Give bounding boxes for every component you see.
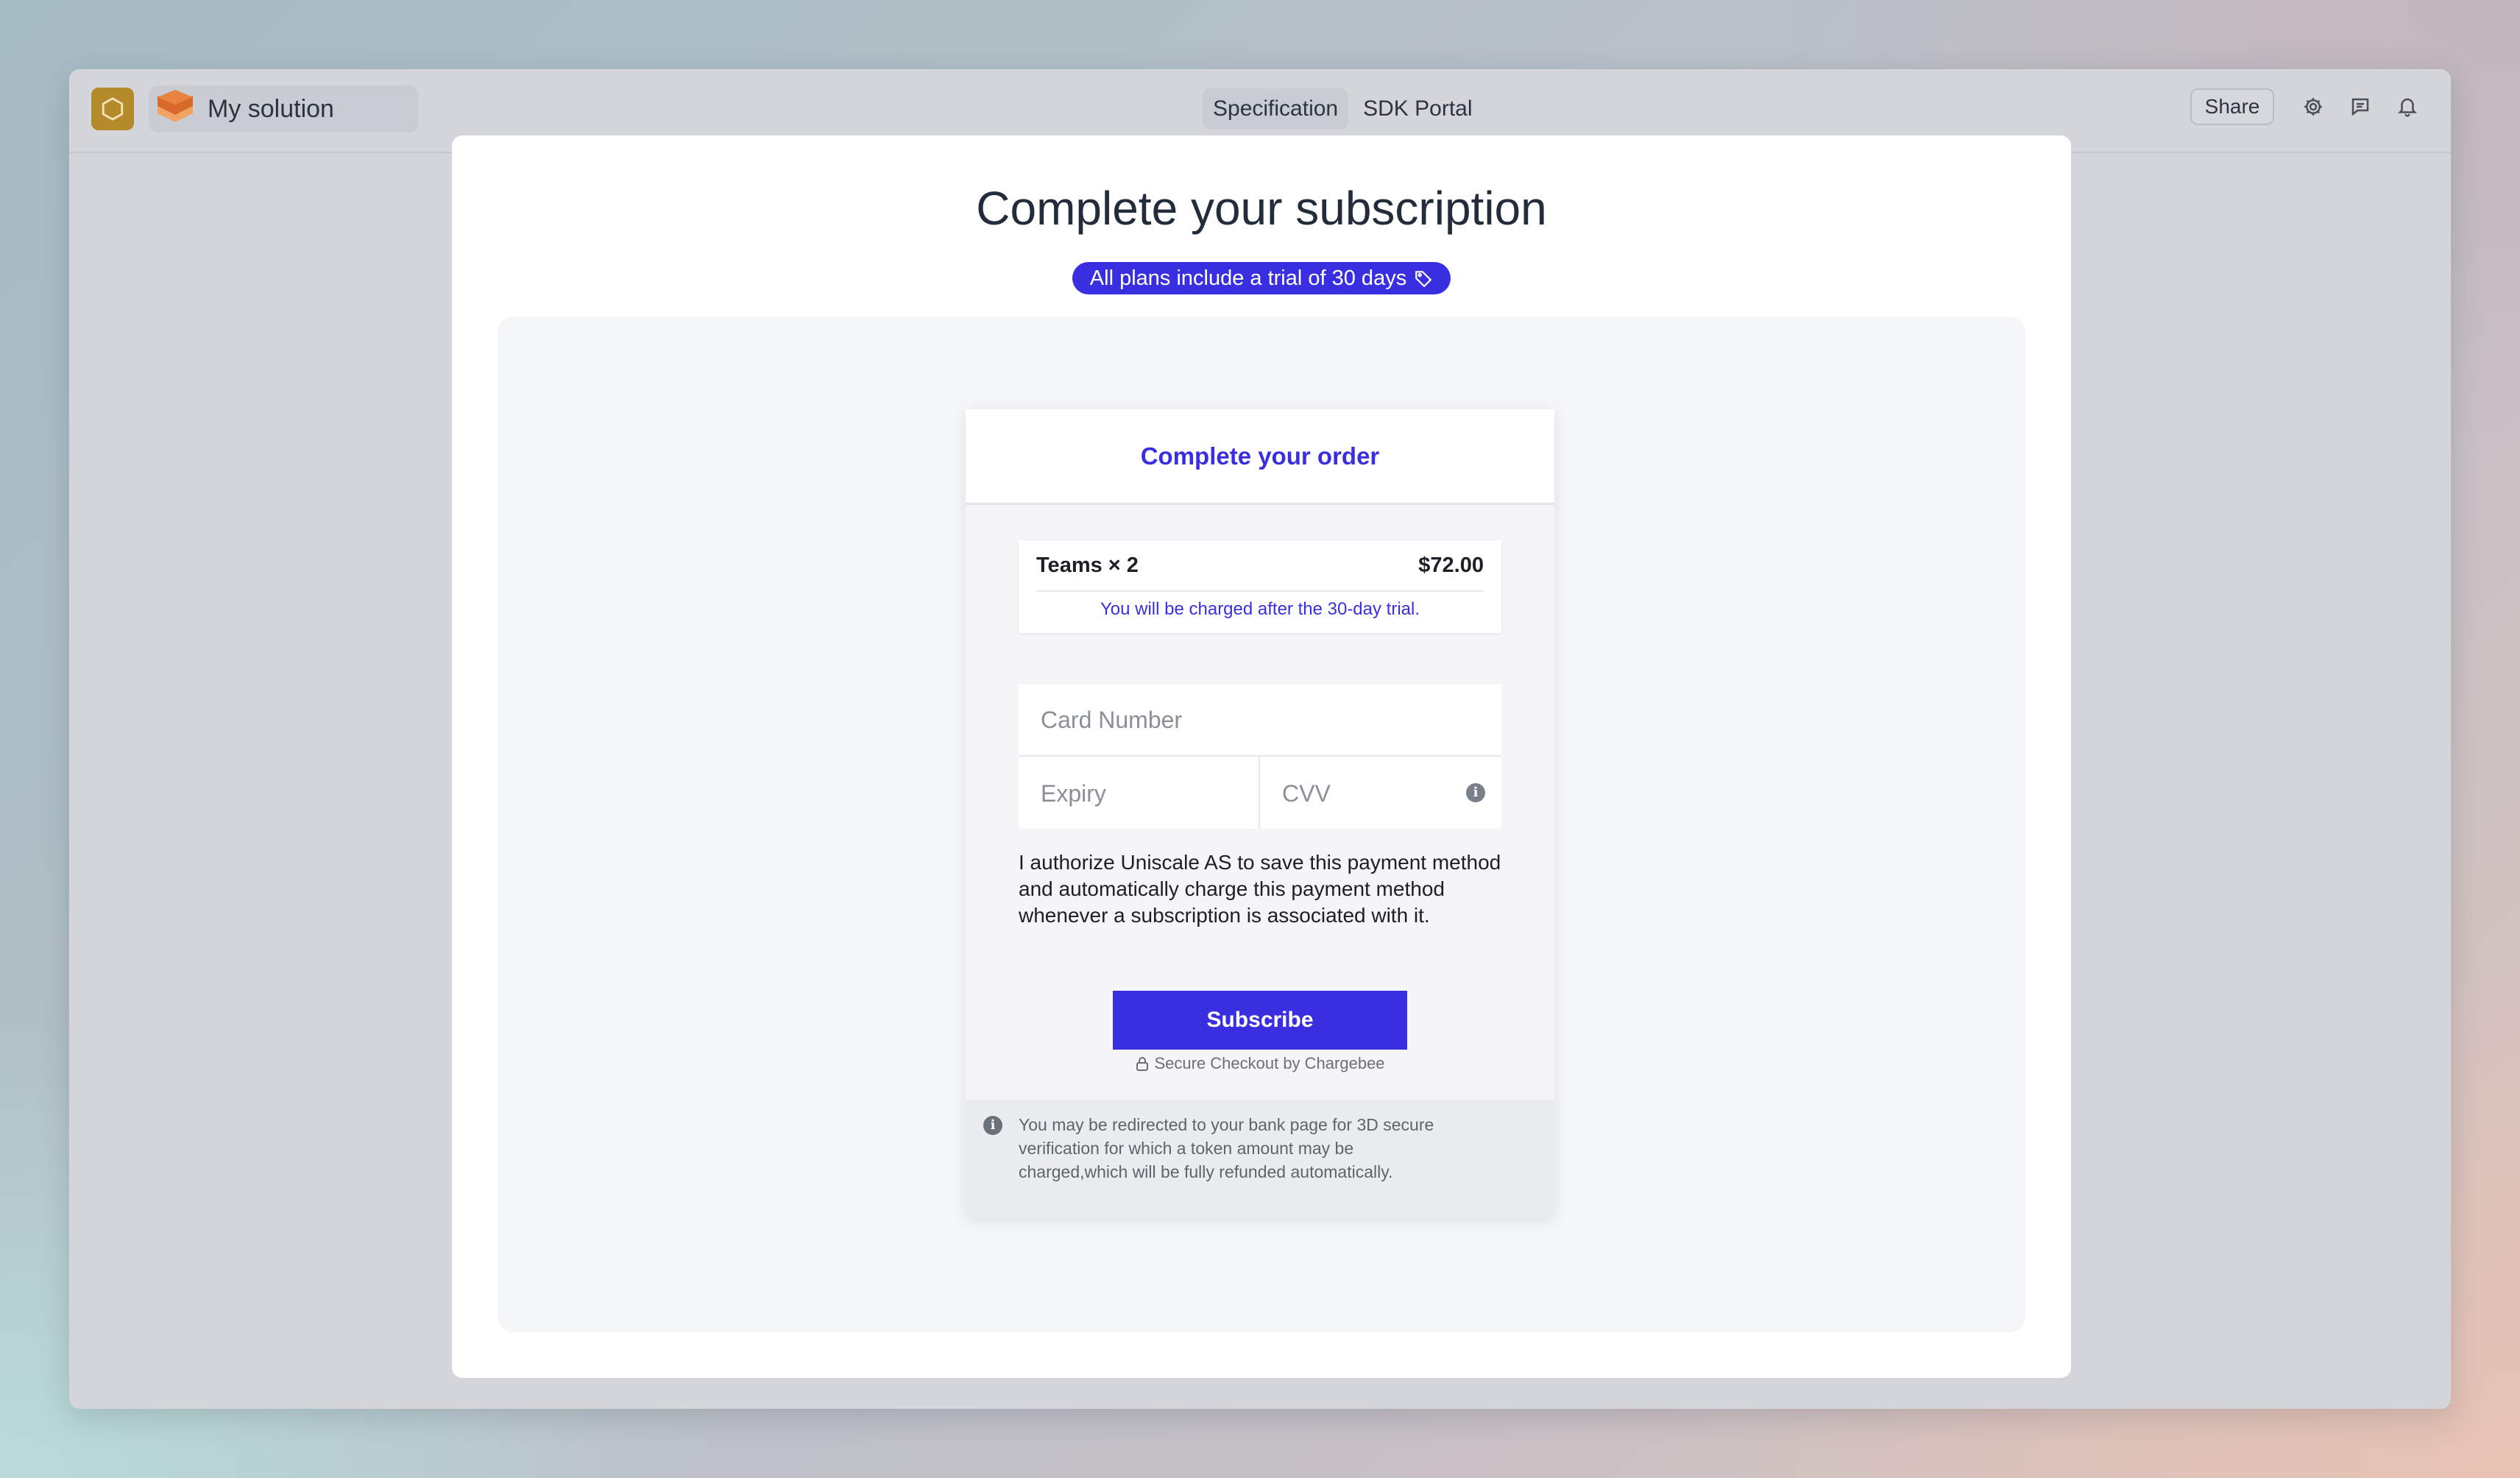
cvv-placeholder: CVV: [1282, 780, 1331, 807]
share-button[interactable]: Share: [2190, 88, 2274, 125]
secure-checkout-text: Secure Checkout by Chargebee: [1154, 1054, 1385, 1072]
info-icon: i: [983, 1116, 1002, 1135]
secure-checkout: Secure Checkout by Chargebee: [966, 1054, 1554, 1073]
tab-specification[interactable]: Specification: [1203, 88, 1349, 130]
item-label: Teams × 2: [1036, 553, 1139, 577]
order-summary: Teams × 2 $72.00 You will be charged aft…: [1019, 540, 1501, 633]
bank-redirect-notice: i You may be redirected to your bank pag…: [966, 1100, 1554, 1217]
tab-sdk-portal[interactable]: SDK Portal: [1353, 88, 1482, 130]
trial-badge: All plans include a trial of 30 days: [1072, 262, 1451, 294]
bell-icon[interactable]: [2392, 91, 2423, 122]
card-form: Card Number Expiry CVV i: [1019, 685, 1501, 829]
notice-text: You may be redirected to your bank page …: [1019, 1115, 1434, 1181]
solution-name: My solution: [208, 94, 334, 123]
info-icon[interactable]: i: [1466, 783, 1485, 802]
authorization-text: I authorize Uniscale AS to save this pay…: [1019, 851, 1501, 927]
order-header: Complete your order: [966, 409, 1554, 505]
card-number-placeholder: Card Number: [1041, 707, 1183, 733]
nav-tabs: Specification SDK Portal: [1203, 85, 1483, 132]
subscribe-button[interactable]: Subscribe: [1113, 991, 1407, 1050]
card-number-field[interactable]: Card Number: [1019, 685, 1501, 757]
app-logo[interactable]: [91, 88, 134, 130]
solution-icon: [152, 85, 199, 132]
comment-icon[interactable]: [2345, 91, 2376, 122]
modal-title: Complete your subscription: [976, 182, 1547, 235]
cvv-field[interactable]: CVV i: [1260, 757, 1501, 829]
trial-badge-label: All plans include a trial of 30 days: [1089, 266, 1407, 290]
tag-icon: [1415, 271, 1432, 288]
order-card: Complete your order Teams × 2 $72.00 You…: [966, 409, 1554, 1217]
order-title: Complete your order: [1140, 442, 1380, 470]
lock-icon: [1136, 1057, 1149, 1071]
charge-note: You will be charged after the 30-day tri…: [1100, 599, 1420, 619]
expiry-placeholder: Expiry: [1041, 780, 1106, 807]
item-price: $72.00: [1418, 553, 1484, 577]
hexagon-icon: [102, 97, 124, 121]
expiry-field[interactable]: Expiry: [1019, 757, 1260, 829]
solution-selector[interactable]: My solution: [149, 85, 418, 132]
order-line-item: Teams × 2 $72.00: [1036, 540, 1484, 592]
settings-icon[interactable]: [2298, 91, 2329, 122]
